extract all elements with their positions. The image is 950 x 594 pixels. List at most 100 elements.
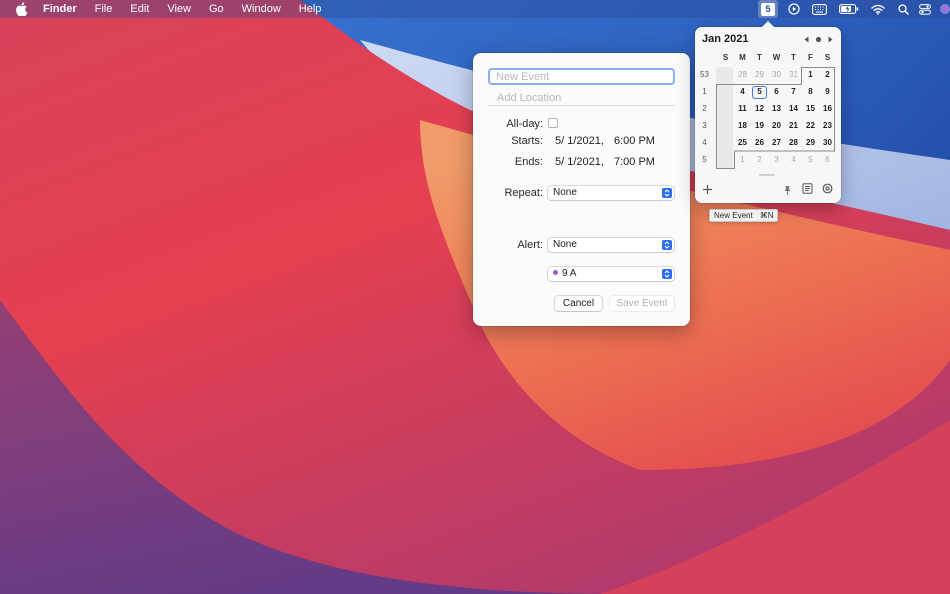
calendar-day[interactable]: 6 bbox=[768, 83, 785, 100]
previous-month-icon[interactable] bbox=[803, 36, 810, 43]
calendar-day[interactable]: 28 bbox=[734, 66, 751, 83]
search-icon[interactable] bbox=[896, 0, 910, 18]
battery-charging-icon[interactable] bbox=[838, 0, 860, 18]
weekday-header: W bbox=[772, 53, 781, 62]
calendar-badge-icon: 5 bbox=[761, 2, 775, 16]
popover-caret bbox=[761, 21, 775, 28]
calendar-day[interactable]: 12 bbox=[751, 100, 768, 117]
week-number: 53 bbox=[700, 70, 709, 79]
calendar-day[interactable]: 15 bbox=[802, 100, 819, 117]
calendar-day[interactable]: 26 bbox=[751, 134, 768, 151]
calendar-day[interactable]: 2 bbox=[751, 151, 768, 168]
starts-label: Starts: bbox=[511, 135, 543, 147]
starts-time-field[interactable]: 6:00 PM bbox=[614, 135, 655, 147]
calendar-day[interactable]: 4 bbox=[734, 83, 751, 100]
calendar-day-today[interactable]: 5 bbox=[751, 83, 768, 100]
calendar-day[interactable]: 9 bbox=[819, 83, 836, 100]
week-number: 1 bbox=[702, 87, 707, 96]
calendar-day[interactable]: 5 bbox=[802, 151, 819, 168]
siri-icon[interactable] bbox=[938, 0, 950, 18]
menu-edit[interactable]: Edit bbox=[130, 3, 149, 15]
today-dot-icon[interactable] bbox=[815, 36, 822, 43]
event-location-input[interactable] bbox=[488, 91, 675, 106]
calendar-day[interactable]: 14 bbox=[785, 100, 802, 117]
repeat-value: None bbox=[553, 187, 577, 198]
calendar-day[interactable]: 1 bbox=[734, 151, 751, 168]
new-event-panel: All-day: Starts: 5/ 1/2021, 6:00 PM Ends… bbox=[473, 53, 690, 326]
updown-arrows-icon bbox=[662, 240, 672, 250]
menu-go[interactable]: Go bbox=[209, 3, 224, 15]
weekday-header: T bbox=[757, 53, 762, 62]
calendar-day[interactable]: 31 bbox=[785, 66, 802, 83]
calendar-day[interactable]: 13 bbox=[768, 100, 785, 117]
play-circle-icon[interactable] bbox=[786, 0, 802, 18]
tooltip-shortcut: ⌘N bbox=[759, 211, 774, 220]
calendar-select-popup[interactable]: 9 A bbox=[548, 267, 674, 281]
weekday-header: S bbox=[824, 53, 831, 62]
calendar-day[interactable]: 19 bbox=[751, 117, 768, 134]
calendar-day[interactable]: 29 bbox=[751, 66, 768, 83]
resize-handle[interactable] bbox=[759, 174, 775, 176]
calendar-day[interactable]: 7 bbox=[785, 83, 802, 100]
wifi-icon[interactable] bbox=[870, 0, 886, 18]
calendar-select-value: 9 A bbox=[562, 268, 577, 279]
calendar-day[interactable]: 6 bbox=[819, 151, 836, 168]
calendar-day[interactable]: 3 bbox=[768, 151, 785, 168]
week-number: 5 bbox=[702, 155, 707, 164]
calendar-day[interactable]: 27 bbox=[768, 134, 785, 151]
event-title-input[interactable] bbox=[488, 68, 675, 85]
calendar-day[interactable]: 2 bbox=[819, 66, 836, 83]
menu-bar: Finder File Edit View Go Window Help 5 bbox=[0, 0, 950, 18]
calendar-status-item[interactable]: 5 bbox=[758, 0, 778, 18]
all-day-checkbox[interactable] bbox=[548, 118, 558, 128]
save-event-button[interactable]: Save Event bbox=[610, 296, 674, 311]
alert-label: Alert: bbox=[517, 239, 543, 251]
calendar-day[interactable]: 30 bbox=[768, 66, 785, 83]
calendar-day[interactable]: 8 bbox=[802, 83, 819, 100]
notes-icon[interactable] bbox=[802, 183, 813, 194]
tooltip-text: New Event bbox=[714, 211, 753, 220]
calendar-day[interactable]: 22 bbox=[802, 117, 819, 134]
menu-window[interactable]: Window bbox=[242, 3, 281, 15]
calendar-day[interactable]: 4 bbox=[785, 151, 802, 168]
new-event-tooltip: New Event ⌘N bbox=[709, 209, 779, 222]
calendar-day[interactable]: 20 bbox=[768, 117, 785, 134]
calendar-day[interactable]: 25 bbox=[734, 134, 751, 151]
ends-date-field[interactable]: 5/ 1/2021, bbox=[555, 156, 604, 168]
menu-view[interactable]: View bbox=[167, 3, 191, 15]
starts-date-field[interactable]: 5/ 1/2021, bbox=[555, 135, 604, 147]
calendar-day[interactable]: 23 bbox=[819, 117, 836, 134]
cancel-button[interactable]: Cancel bbox=[555, 296, 602, 311]
month-title: Jan 2021 bbox=[702, 33, 749, 45]
calendar-day[interactable]: 11 bbox=[734, 100, 751, 117]
calendar-day[interactable]: 30 bbox=[819, 134, 836, 151]
calendar-day[interactable]: 28 bbox=[785, 134, 802, 151]
ends-time-field[interactable]: 7:00 PM bbox=[614, 156, 655, 168]
week-number: 4 bbox=[702, 138, 707, 147]
repeat-label: Repeat: bbox=[504, 187, 543, 199]
weekday-header: M bbox=[739, 53, 746, 62]
calendar-day[interactable]: 29 bbox=[802, 134, 819, 151]
calendar-day[interactable]: 21 bbox=[785, 117, 802, 134]
menu-finder[interactable]: Finder bbox=[43, 3, 77, 15]
gear-icon[interactable] bbox=[822, 183, 833, 194]
pin-icon[interactable] bbox=[782, 185, 793, 196]
updown-arrows-icon bbox=[662, 188, 672, 198]
apple-logo-icon[interactable] bbox=[15, 2, 28, 16]
week-number: 2 bbox=[702, 104, 707, 113]
menu-help[interactable]: Help bbox=[299, 3, 322, 15]
keyboard-icon[interactable] bbox=[810, 0, 828, 18]
control-center-icon[interactable] bbox=[918, 0, 932, 18]
calendar-day[interactable]: 18 bbox=[734, 117, 751, 134]
repeat-popup[interactable]: None bbox=[548, 186, 674, 200]
calendar-day[interactable]: 16 bbox=[819, 100, 836, 117]
plus-icon[interactable] bbox=[702, 184, 713, 195]
next-month-icon[interactable] bbox=[827, 36, 834, 43]
menu-file[interactable]: File bbox=[95, 3, 113, 15]
alert-value: None bbox=[553, 239, 577, 250]
updown-arrows-icon bbox=[662, 269, 672, 279]
calendar-day[interactable]: 1 bbox=[802, 66, 819, 83]
ends-label: Ends: bbox=[514, 156, 543, 168]
all-day-label: All-day: bbox=[506, 118, 543, 130]
alert-popup[interactable]: None bbox=[548, 238, 674, 252]
